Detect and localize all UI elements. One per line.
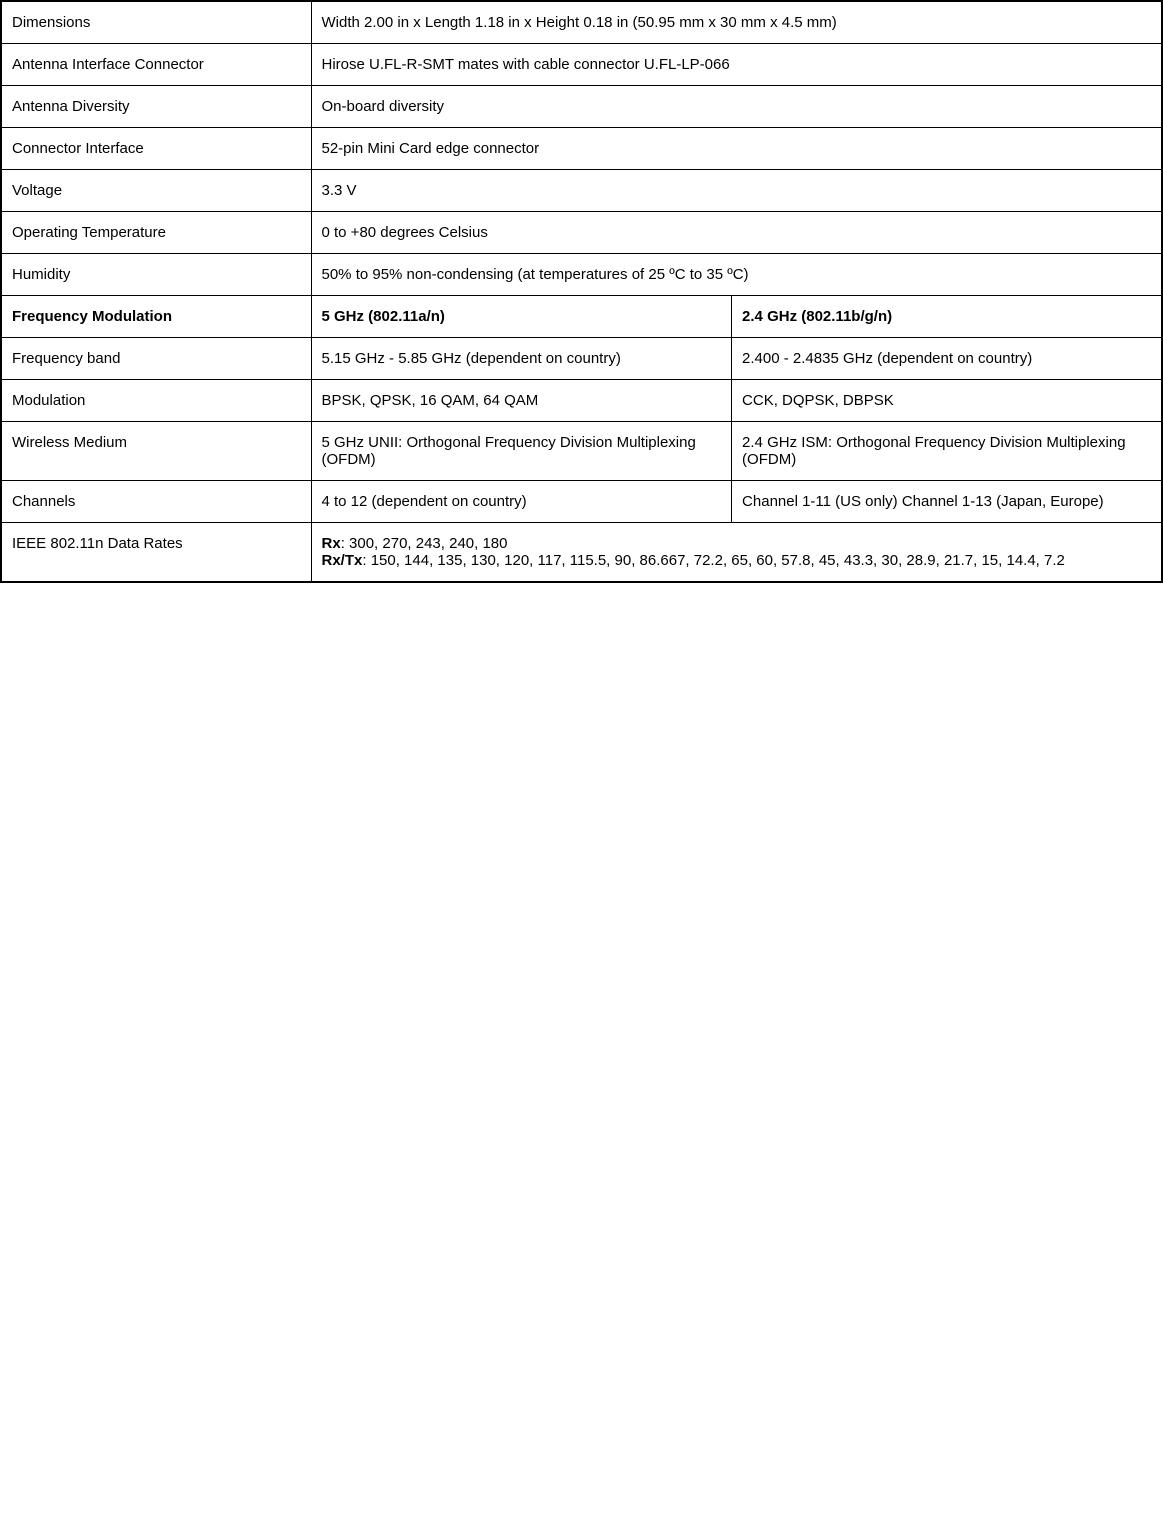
table-row-operating-temperature: Operating Temperature0 to +80 degrees Ce… <box>1 212 1162 254</box>
label-ieee-data-rates: IEEE 802.11n Data Rates <box>1 523 311 583</box>
col1-wireless-medium: 5 GHz UNII: Orthogonal Frequency Divisio… <box>311 422 732 481</box>
col2-wireless-medium: 2.4 GHz ISM: Orthogonal Frequency Divisi… <box>732 422 1162 481</box>
spec-table: DimensionsWidth 2.00 in x Length 1.18 in… <box>0 0 1163 583</box>
col2-modulation: CCK, DQPSK, DBPSK <box>732 380 1162 422</box>
label-frequency-modulation: Frequency Modulation <box>1 296 311 338</box>
table-row-antenna-interface-connector: Antenna Interface ConnectorHirose U.FL-R… <box>1 44 1162 86</box>
table-row-ieee-data-rates: IEEE 802.11n Data RatesRx: 300, 270, 243… <box>1 523 1162 583</box>
table-row-antenna-diversity: Antenna DiversityOn-board diversity <box>1 86 1162 128</box>
table-row-connector-interface: Connector Interface52-pin Mini Card edge… <box>1 128 1162 170</box>
label-antenna-interface-connector: Antenna Interface Connector <box>1 44 311 86</box>
col2-frequency-band: 2.400 - 2.4835 GHz (dependent on country… <box>732 338 1162 380</box>
value-dimensions: Width 2.00 in x Length 1.18 in x Height … <box>311 1 1162 44</box>
col1-modulation: BPSK, QPSK, 16 QAM, 64 QAM <box>311 380 732 422</box>
value-antenna-interface-connector: Hirose U.FL-R-SMT mates with cable conne… <box>311 44 1162 86</box>
label-humidity: Humidity <box>1 254 311 296</box>
value-antenna-diversity: On-board diversity <box>311 86 1162 128</box>
value-operating-temperature: 0 to +80 degrees Celsius <box>311 212 1162 254</box>
col2-frequency-modulation: 2.4 GHz (802.11b/g/n) <box>732 296 1162 338</box>
label-antenna-diversity: Antenna Diversity <box>1 86 311 128</box>
col1-frequency-band: 5.15 GHz - 5.85 GHz (dependent on countr… <box>311 338 732 380</box>
table-row-voltage: Voltage3.3 V <box>1 170 1162 212</box>
label-connector-interface: Connector Interface <box>1 128 311 170</box>
table-row-dimensions: DimensionsWidth 2.00 in x Length 1.18 in… <box>1 1 1162 44</box>
value-voltage: 3.3 V <box>311 170 1162 212</box>
table-row-modulation: ModulationBPSK, QPSK, 16 QAM, 64 QAMCCK,… <box>1 380 1162 422</box>
label-operating-temperature: Operating Temperature <box>1 212 311 254</box>
label-voltage: Voltage <box>1 170 311 212</box>
table-row-wireless-medium: Wireless Medium5 GHz UNII: Orthogonal Fr… <box>1 422 1162 481</box>
label-frequency-band: Frequency band <box>1 338 311 380</box>
label-modulation: Modulation <box>1 380 311 422</box>
value-ieee-data-rates: Rx: 300, 270, 243, 240, 180Rx/Tx: 150, 1… <box>311 523 1162 583</box>
label-wireless-medium: Wireless Medium <box>1 422 311 481</box>
table-row-channels: Channels4 to 12 (dependent on country)Ch… <box>1 481 1162 523</box>
table-row-humidity: Humidity50% to 95% non-condensing (at te… <box>1 254 1162 296</box>
col1-channels: 4 to 12 (dependent on country) <box>311 481 732 523</box>
col2-channels: Channel 1-11 (US only) Channel 1-13 (Jap… <box>732 481 1162 523</box>
value-humidity: 50% to 95% non-condensing (at temperatur… <box>311 254 1162 296</box>
label-channels: Channels <box>1 481 311 523</box>
col1-frequency-modulation: 5 GHz (802.11a/n) <box>311 296 732 338</box>
value-connector-interface: 52-pin Mini Card edge connector <box>311 128 1162 170</box>
table-row-frequency-modulation: Frequency Modulation5 GHz (802.11a/n)2.4… <box>1 296 1162 338</box>
label-dimensions: Dimensions <box>1 1 311 44</box>
table-row-frequency-band: Frequency band5.15 GHz - 5.85 GHz (depen… <box>1 338 1162 380</box>
